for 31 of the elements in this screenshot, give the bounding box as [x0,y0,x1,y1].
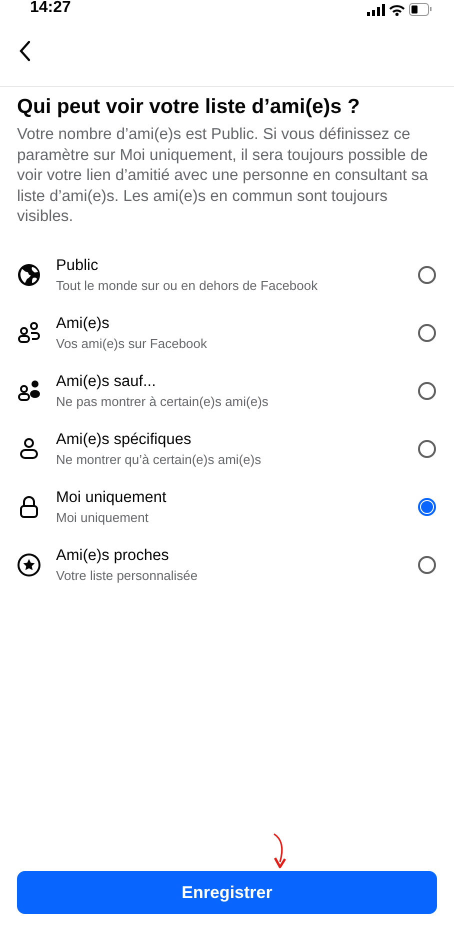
option-label: Public [56,256,100,274]
option-description: Moi uniquement [56,510,150,524]
option-label: Ami(e)s sauf... [56,372,157,390]
option-label: Moi uniquement [56,488,168,506]
status-time: 14:27 [30,0,71,16]
option-label: Ami(e)s [56,314,110,332]
wifi-icon [389,4,405,16]
battery-icon [409,3,432,16]
radio-button[interactable] [418,324,436,342]
radio-button[interactable] [418,498,436,516]
people-icon [17,320,43,344]
option-description: Vos ami(e)s sur Facebook [56,336,208,350]
radio-button[interactable] [418,266,436,284]
option-description: Ne pas montrer à certain(e)s ami(e)s [56,394,270,408]
option-description: Ne montrer qu’à certain(e)s ami(e)s [56,452,262,466]
option-label: Ami(e)s spécifiques [56,430,192,448]
save-button[interactable]: Enregistrer [17,871,437,914]
radio-button[interactable] [418,440,436,458]
signal-icon [367,4,385,16]
page-title: Qui peut voir votre liste d’ami(e)s ? [17,95,361,119]
radio-button[interactable] [418,556,436,574]
radio-button[interactable] [418,382,436,400]
lock-icon [17,494,41,518]
person-icon [17,436,41,460]
people-icon [17,378,43,402]
description-text: Votre nombre d’ami(e)s est Public. Si vous définissez ce paramètre sur Moi uniquement, il sera toujours possible de voir votre lien d’amitié avec une personne en consultant sa liste d’ami(e)s. Les ami(e)s en commun sont toujours visibles. [17,125,429,227]
option-description: Votre liste personnalisée [56,568,199,582]
option-description: Tout le monde sur ou en dehors de Facebook [56,278,319,292]
globe-icon [17,262,41,286]
option-label: Ami(e)s proches [56,546,170,564]
back-icon [18,40,32,62]
